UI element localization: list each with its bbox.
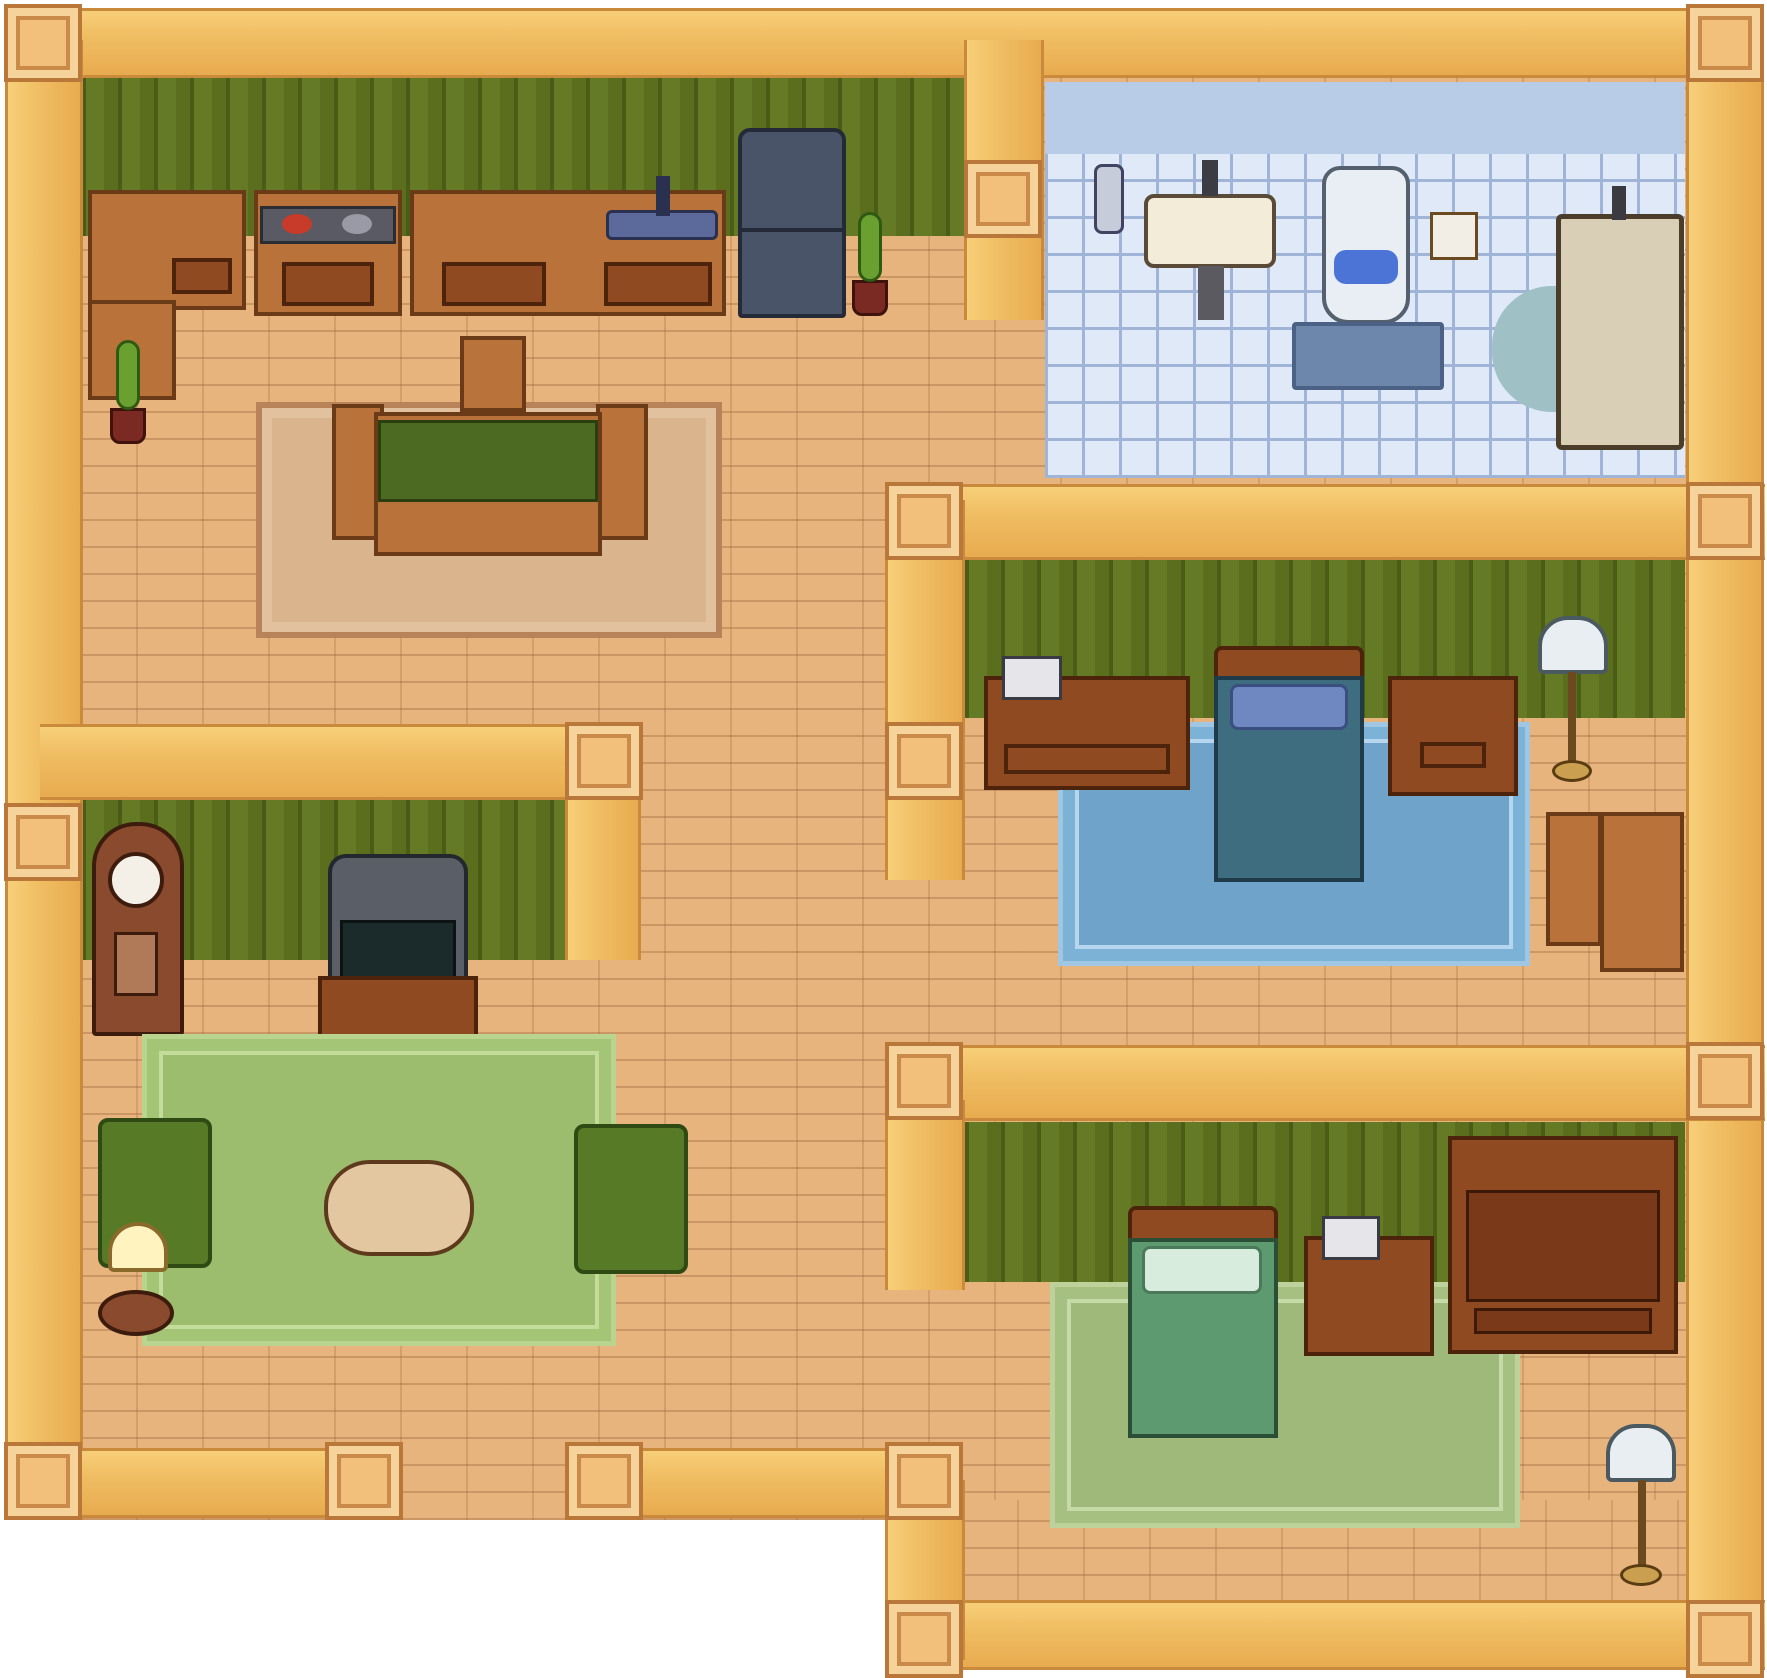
wall-bottom-right [885,1600,1765,1670]
refrigerator[interactable] [738,128,846,318]
bed-pillow [1142,1246,1262,1294]
armchair-right[interactable] [574,1124,688,1274]
coffee-table[interactable] [324,1160,474,1256]
post [885,1042,963,1120]
post [1686,1042,1764,1120]
post [4,803,82,881]
sink-pedestal [1198,266,1224,320]
plant-leaves [116,340,140,410]
table-runner [378,420,598,502]
plant-leaves [858,212,882,282]
toilet-water [1334,250,1398,284]
post [885,482,963,560]
nightstand-drawer[interactable] [1420,742,1486,768]
oven-door[interactable] [282,262,374,306]
potted-plant-icon [852,280,888,316]
dining-chair-right[interactable] [596,404,648,540]
toilet-paper-holder[interactable] [1430,212,1478,260]
wall-bedroom-lower-top [885,1045,1765,1121]
clock-pendulum [114,932,158,996]
house-map [0,0,1767,1678]
bath-mat[interactable] [1292,322,1444,390]
wall-bottom-mid [600,1448,920,1518]
post [885,722,963,800]
faucet-icon [1202,160,1218,196]
bathroom-sink[interactable] [1144,194,1276,268]
wall-living-top [40,724,640,800]
phone-icon[interactable] [1002,656,1062,700]
side-chair[interactable] [1546,812,1602,946]
nightstand[interactable] [1388,676,1518,796]
shower-stall[interactable] [1556,214,1684,450]
burner-icon [342,214,372,234]
post [565,722,643,800]
tv-stand[interactable] [318,976,478,1040]
stove-top [260,206,396,244]
floor-lamp-icon[interactable] [1538,616,1608,674]
post [885,1442,963,1520]
side-table[interactable] [1600,812,1684,972]
lamp-pole [1638,1480,1646,1572]
potted-plant-icon [110,408,146,444]
wall-bedroom-lower-left [885,1100,965,1290]
wardrobe-drawer[interactable] [1474,1308,1652,1334]
wall-right [1686,40,1764,1650]
post [325,1442,403,1520]
floor-lamp-icon[interactable] [1606,1424,1676,1482]
post [4,4,82,82]
wardrobe-doors[interactable] [1466,1190,1660,1302]
wall-bath-bottom [885,484,1765,560]
post [1686,482,1764,560]
phone-icon[interactable] [1322,1216,1380,1260]
lamp-base [1552,760,1592,782]
faucet-icon [656,176,670,216]
post [885,1600,963,1678]
post [1686,4,1764,82]
bathroom-wall [1045,82,1685,154]
shower-head-icon [1612,186,1626,220]
toilet[interactable] [1322,166,1410,324]
dining-chair-top[interactable] [460,336,526,412]
lamp-base [1620,1564,1662,1586]
wall-top [40,8,1740,78]
post [964,160,1042,238]
counter-drawer[interactable] [442,262,546,306]
post [1686,1600,1764,1678]
soap-bottle[interactable] [1094,164,1124,234]
clock-icon [108,852,164,908]
lamp-pole [1568,672,1576,768]
desk-drawer[interactable] [1004,744,1170,774]
post [565,1442,643,1520]
post [4,1442,82,1520]
counter-drawer[interactable] [172,258,232,294]
round-side-table[interactable] [98,1290,174,1336]
fridge-seam [742,228,842,232]
bed-pillow [1230,684,1348,730]
burner-icon [282,214,312,234]
counter-cabinet[interactable] [604,262,712,306]
